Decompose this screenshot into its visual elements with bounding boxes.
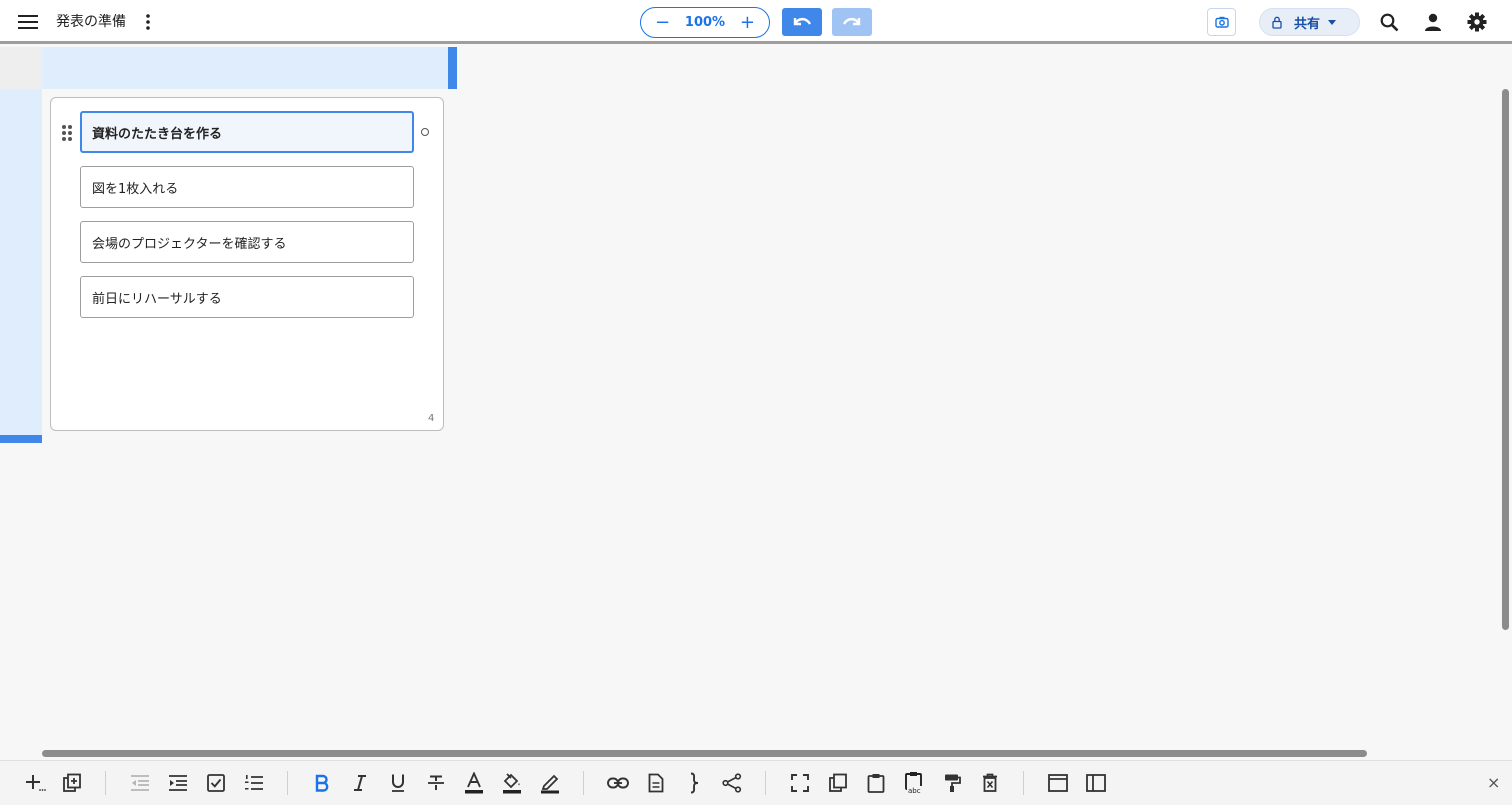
toolbar-separator <box>583 771 584 795</box>
redo-button[interactable] <box>832 8 872 36</box>
svg-text:abc: abc <box>908 787 921 795</box>
underline-icon[interactable] <box>386 771 410 795</box>
add-item-icon[interactable] <box>23 771 47 795</box>
zoom-control: − 100% + <box>640 7 770 38</box>
close-toolbar-button[interactable]: × <box>1487 773 1500 792</box>
fullscreen-icon[interactable] <box>788 771 812 795</box>
note-icon[interactable] <box>644 771 668 795</box>
toolbar-separator <box>765 771 766 795</box>
share-label: 共有 <box>1294 16 1321 32</box>
selected-row-band <box>0 89 42 435</box>
strikethrough-icon[interactable] <box>424 771 448 795</box>
undo-icon <box>793 17 812 26</box>
toolbar-separator <box>287 771 288 795</box>
more-vert-icon[interactable] <box>140 11 156 33</box>
italic-icon[interactable] <box>348 771 372 795</box>
selected-column-band <box>42 47 448 89</box>
lock-icon <box>1272 16 1282 29</box>
horizontal-scrollbar[interactable] <box>42 750 1367 757</box>
item-status-circle-icon[interactable] <box>421 128 429 136</box>
link-icon[interactable] <box>606 771 630 795</box>
column-resize-handle[interactable] <box>448 47 457 89</box>
connector-icon[interactable] <box>720 771 744 795</box>
sidebar-panel-icon[interactable] <box>1084 771 1108 795</box>
zoom-level[interactable]: 100% <box>685 15 725 30</box>
search-icon[interactable] <box>1378 11 1400 33</box>
caret-down-icon <box>1328 19 1337 25</box>
account-icon[interactable] <box>1422 11 1444 33</box>
fill-color-icon[interactable] <box>500 771 524 795</box>
share-button[interactable]: 共有 <box>1259 8 1360 36</box>
copy-icon[interactable] <box>826 771 850 795</box>
redo-icon <box>842 17 861 26</box>
zoom-out-button[interactable]: − <box>655 13 670 32</box>
delete-icon[interactable] <box>978 771 1002 795</box>
list-item[interactable]: 前日にリハーサルする <box>80 276 414 318</box>
paste-icon[interactable] <box>864 771 888 795</box>
numbered-list-icon[interactable] <box>242 771 266 795</box>
camera-icon <box>1214 16 1229 28</box>
list-item[interactable]: 資料のたたき台を作る <box>80 111 414 153</box>
bracket-icon[interactable] <box>682 771 706 795</box>
undo-button[interactable] <box>782 8 822 36</box>
duplicate-icon[interactable] <box>60 771 84 795</box>
screenshot-button[interactable] <box>1207 8 1236 36</box>
paste-as-text-icon[interactable]: abc <box>902 771 926 795</box>
outdent-icon[interactable] <box>128 771 152 795</box>
menu-icon[interactable] <box>16 11 40 33</box>
document-title[interactable]: 発表の準備 <box>56 11 126 33</box>
checkbox-icon[interactable] <box>204 771 228 795</box>
settings-gear-icon[interactable] <box>1466 11 1488 33</box>
row-header-corner <box>0 47 42 89</box>
highlighter-pen-icon[interactable] <box>538 771 562 795</box>
format-painter-icon[interactable] <box>940 771 964 795</box>
toolbar-separator <box>1023 771 1024 795</box>
bold-icon[interactable] <box>310 771 334 795</box>
list-item[interactable]: 図を1枚入れる <box>80 166 414 208</box>
window-icon[interactable] <box>1046 771 1070 795</box>
zoom-in-button[interactable]: + <box>740 13 755 32</box>
indent-icon[interactable] <box>166 771 190 795</box>
text-color-icon[interactable] <box>462 771 486 795</box>
list-item[interactable]: 会場のプロジェクターを確認する <box>80 221 414 263</box>
vertical-scrollbar[interactable] <box>1502 89 1509 630</box>
row-resize-handle[interactable] <box>0 435 42 443</box>
item-count: 4 <box>428 413 435 424</box>
drag-handle-icon[interactable] <box>61 124 73 142</box>
toolbar-separator <box>105 771 106 795</box>
